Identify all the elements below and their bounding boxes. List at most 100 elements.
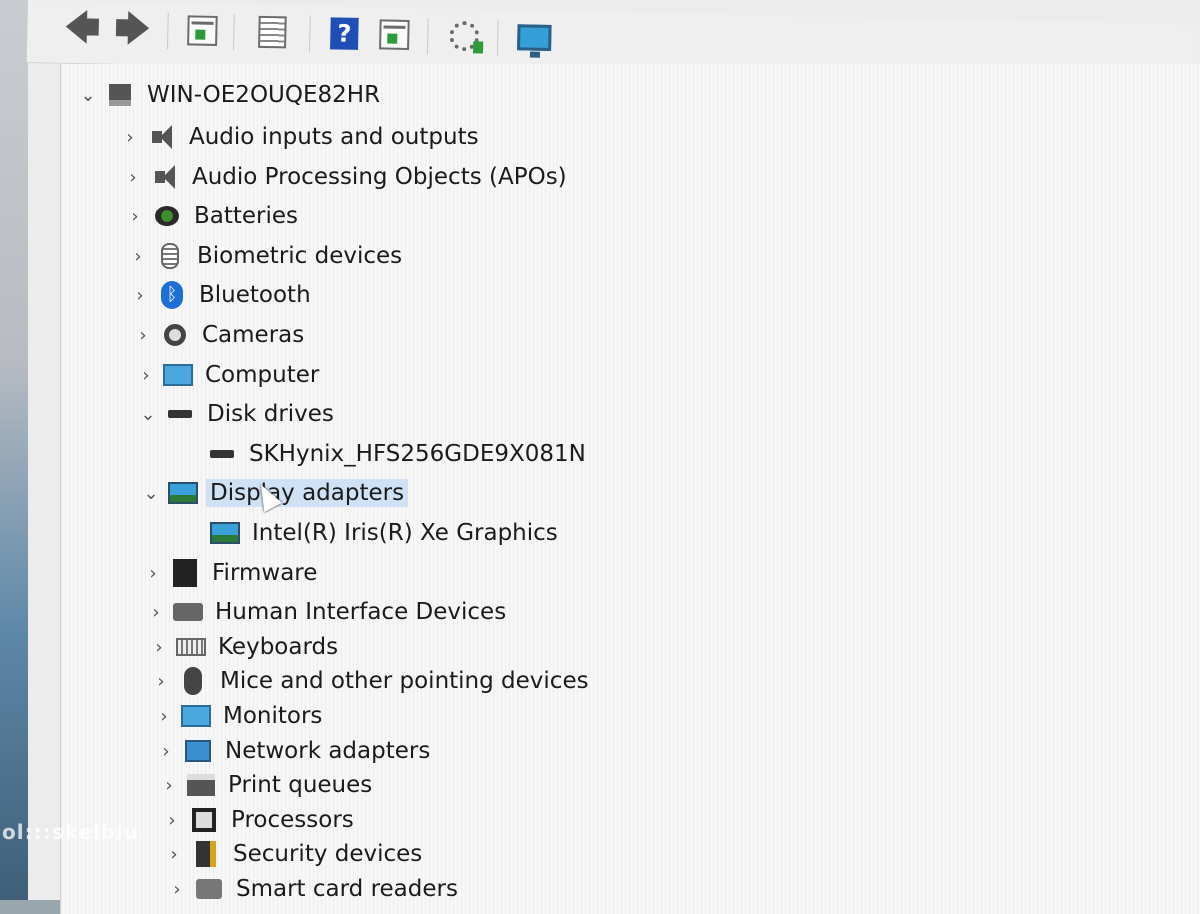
tree-node-label: Biometric devices [197, 243, 403, 269]
speaker-icon [150, 163, 180, 191]
tree-node-label: Cameras [202, 322, 305, 348]
bluetooth-icon [157, 281, 187, 309]
forward-button[interactable]: 🡆 [113, 8, 152, 50]
tree-category-item[interactable]: › Security devices [157, 837, 422, 871]
security-icon [191, 840, 221, 868]
collapse-chevron-icon[interactable]: › [116, 167, 150, 188]
tree-category-item[interactable]: › Human Interface Devices [139, 595, 506, 629]
tree-node-label: Batteries [194, 203, 299, 229]
toolbar-separator [308, 15, 311, 52]
tree-category-item[interactable]: › Network adapters [149, 734, 430, 768]
collapse-chevron-icon[interactable]: › [147, 706, 181, 727]
watermark-text: ol:::skelbiu [2, 820, 140, 844]
tree-node-label: Computer [205, 362, 320, 388]
back-button[interactable]: 🡄 [63, 7, 102, 49]
tree-node-label: Keyboards [218, 634, 339, 660]
collapse-chevron-icon[interactable]: › [118, 206, 152, 227]
tree-node-label: Bluetooth [199, 282, 311, 308]
device-manager-window: 🡄 🡆 ? ⌄ WIN-OE2OUQE82HR › Audio inputs and … [26, 0, 1200, 914]
collapse-chevron-icon[interactable]: › [123, 285, 157, 306]
show-hide-console-tree-button[interactable] [183, 11, 222, 50]
tree-root-computer[interactable]: ⌄ WIN-OE2OUQE82HR [71, 78, 380, 112]
toolbar-separator [496, 19, 499, 56]
tree-category-item[interactable]: › Batteries [118, 199, 298, 233]
tree-node-label: Display adapters [206, 479, 409, 507]
tree-node-label: Monitors [223, 703, 323, 729]
collapse-chevron-icon[interactable]: › [144, 671, 178, 692]
tree-node-label: Audio inputs and outputs [189, 124, 479, 150]
arrow-left-icon: 🡄 [64, 7, 101, 49]
console-tree-icon [187, 15, 218, 46]
expand-chevron-icon[interactable]: ⌄ [131, 404, 165, 425]
disk-icon [165, 400, 195, 428]
tree-node-label: Mice and other pointing devices [220, 668, 589, 694]
processor-icon [189, 806, 219, 834]
tree-node-label: Audio Processing Objects (APOs) [192, 164, 567, 190]
action-pane-icon [379, 19, 410, 50]
tree-node-label: Human Interface Devices [215, 599, 507, 625]
collapse-chevron-icon[interactable]: › [157, 844, 191, 865]
scan-hardware-icon [517, 24, 552, 51]
tree-category-item[interactable]: › Keyboards [142, 630, 338, 664]
tree-category-item[interactable]: › Smart card readers [160, 872, 458, 906]
battery-icon [152, 202, 182, 230]
collapse-chevron-icon[interactable]: › [136, 563, 170, 584]
tree-category-item[interactable]: › Biometric devices [121, 239, 402, 273]
collapse-chevron-icon[interactable]: › [160, 879, 194, 900]
tree-category-item[interactable]: › Audio inputs and outputs [113, 120, 479, 154]
expand-chevron-icon[interactable]: ⌄ [134, 483, 168, 504]
tree-category-item[interactable]: › Firmware [136, 556, 317, 590]
help-button[interactable]: ? [325, 14, 364, 53]
camera-icon [160, 321, 190, 349]
tree-node-label: Print queues [228, 772, 373, 798]
device-tree-pane[interactable]: ⌄ WIN-OE2OUQE82HR › Audio inputs and output… [60, 64, 1200, 914]
collapse-chevron-icon[interactable]: › [152, 775, 186, 796]
collapse-chevron-icon[interactable]: › [142, 637, 176, 658]
firmware-icon [170, 559, 200, 587]
display-adapter-icon [210, 519, 240, 547]
monitor-icon [181, 702, 211, 730]
update-driver-button[interactable] [445, 17, 484, 56]
hid-icon [173, 598, 203, 626]
update-driver-icon [449, 20, 480, 52]
tree-node-label: Intel(R) Iris(R) Xe Graphics [252, 520, 558, 546]
collapse-chevron-icon[interactable]: › [121, 246, 155, 267]
collapse-chevron-icon[interactable]: › [139, 602, 173, 623]
expand-chevron-icon[interactable]: ⌄ [71, 85, 105, 106]
tree-device-item[interactable]: SKHynix_HFS256GDE9X081N [173, 437, 586, 471]
network-icon [183, 737, 213, 765]
tree-category-item[interactable]: › Cameras [126, 318, 304, 352]
biometric-icon [155, 242, 185, 270]
tree-category-item[interactable]: › Print queues [152, 768, 372, 802]
tree-node-label: Security devices [233, 841, 423, 867]
speaker-icon [147, 123, 177, 151]
collapse-chevron-icon[interactable]: › [113, 127, 147, 148]
collapse-chevron-icon[interactable]: › [126, 325, 160, 346]
printer-icon [186, 771, 216, 799]
tree-device-item[interactable]: Intel(R) Iris(R) Xe Graphics [176, 516, 558, 550]
collapse-chevron-icon[interactable]: › [149, 741, 183, 762]
tree-category-item[interactable]: › Audio Processing Objects (APOs) [116, 160, 567, 194]
tree-category-item[interactable]: › Computer [129, 358, 319, 392]
tree-category-item[interactable]: › Mice and other pointing devices [144, 664, 589, 698]
tree-category-item[interactable]: › Bluetooth [123, 278, 311, 312]
properties-button[interactable] [253, 13, 292, 52]
tree-node-label: Processors [231, 807, 354, 833]
collapse-chevron-icon[interactable]: › [129, 365, 163, 386]
tree-category-item[interactable]: › Monitors [147, 699, 322, 733]
tree-category-item[interactable]: ⌄ Disk drives [131, 397, 333, 431]
scan-hardware-button[interactable] [515, 18, 554, 57]
collapse-chevron-icon[interactable]: › [155, 810, 189, 831]
arrow-right-icon: 🡆 [114, 8, 151, 50]
help-icon: ? [330, 17, 359, 50]
computer-icon [163, 361, 193, 389]
action-pane-button[interactable] [375, 15, 414, 54]
display-adapter-icon [168, 479, 198, 507]
toolbar-separator [167, 12, 169, 49]
tree-category-item[interactable]: › Processors [155, 803, 354, 837]
properties-icon [258, 15, 287, 49]
smart-card-icon [194, 875, 224, 903]
toolbar-separator [426, 18, 429, 55]
tree-node-label: SKHynix_HFS256GDE9X081N [249, 441, 586, 467]
tree-node-label: WIN-OE2OUQE82HR [147, 82, 381, 108]
